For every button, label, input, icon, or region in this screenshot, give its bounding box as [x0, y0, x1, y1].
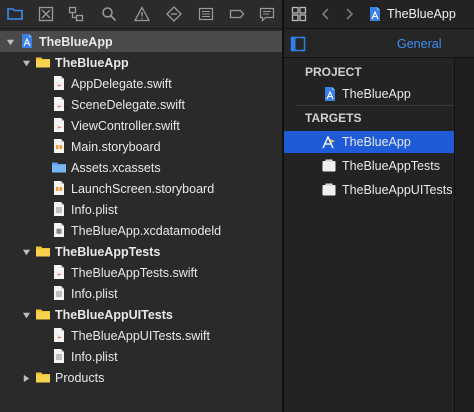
yellow-folder-icon: [35, 54, 51, 70]
tree-row[interactable]: LaunchScreen.storyboard: [0, 178, 282, 199]
target-item[interactable]: TheBlueApp: [284, 131, 454, 153]
app-target-icon: [321, 134, 337, 150]
symbol-hierarchy-icon[interactable]: [67, 5, 85, 23]
tree-row[interactable]: ViewController.swift: [0, 115, 282, 136]
tree-row[interactable]: TheBlueAppUITests.swift: [0, 325, 282, 346]
debug-list-icon[interactable]: [197, 5, 215, 23]
test-bundle-icon: [321, 158, 337, 174]
tree-row-label: TheBlueAppTests.swift: [71, 266, 198, 280]
plist-file-icon: [51, 285, 67, 301]
find-icon[interactable]: [100, 5, 118, 23]
project-section-header: PROJECT: [305, 65, 362, 79]
tree-row[interactable]: TheBlueApp.xcdatamodeld: [0, 220, 282, 241]
project-editor: TheBlueApp General PROJECT TheBlueApp TA…: [284, 0, 474, 412]
tree-row-label: Products: [55, 371, 105, 385]
tree-row-label: TheBlueApp.xcdatamodeld: [71, 224, 222, 238]
swift-file-icon: [51, 327, 67, 343]
blue-project-icon: [322, 86, 338, 102]
plist-file-icon: [51, 201, 67, 217]
project-item[interactable]: TheBlueApp: [284, 83, 454, 105]
tree-row[interactable]: Info.plist: [0, 283, 282, 304]
disclosure-down-icon[interactable]: [21, 310, 31, 320]
yellow-folder-icon: [35, 306, 51, 322]
folder-icon[interactable]: [6, 5, 24, 23]
tree-row-label: ViewController.swift: [71, 119, 180, 133]
tree-row[interactable]: Products: [0, 367, 282, 388]
related-items-grid-icon[interactable]: [290, 5, 308, 23]
plist-file-icon: [51, 348, 67, 364]
tree-row[interactable]: Main.storyboard: [0, 136, 282, 157]
tree-row-label: AppDelegate.swift: [71, 77, 172, 91]
project-navigator: TheBlueApp TheBlueApp AppDelegate.swift Sce…: [0, 0, 282, 412]
tree-row-label: SceneDelegate.swift: [71, 98, 185, 112]
tree-row[interactable]: TheBlueAppUITests: [0, 304, 282, 325]
storyboard-file-icon: [51, 180, 67, 196]
tab-general[interactable]: General: [397, 37, 441, 51]
tree-row-label: TheBlueAppTests: [55, 245, 161, 259]
chevron-left-icon[interactable]: [317, 5, 335, 23]
yellow-folder-icon: [35, 243, 51, 259]
targets-section-header: TARGETS: [305, 111, 362, 125]
project-item-label: TheBlueApp: [342, 87, 411, 101]
tree-row[interactable]: AppDelegate.swift: [0, 73, 282, 94]
datamodel-file-icon: [51, 222, 67, 238]
tree-row-label: TheBlueAppUITests.swift: [71, 329, 210, 343]
tree-row[interactable]: Assets.xcassets: [0, 157, 282, 178]
tree-row[interactable]: TheBlueApp: [0, 31, 282, 52]
tree-row-label: Info.plist: [71, 203, 118, 217]
swift-file-icon: [51, 96, 67, 112]
disclosure-right-icon[interactable]: [21, 373, 31, 383]
swift-file-icon: [51, 75, 67, 91]
disclosure-down-icon[interactable]: [5, 37, 15, 47]
target-item[interactable]: TheBlueAppTests: [284, 155, 454, 177]
targets-divider: [454, 58, 455, 412]
jump-bar: TheBlueApp: [284, 0, 474, 29]
target-item[interactable]: TheBlueAppUITests: [284, 179, 454, 201]
tree-row[interactable]: TheBlueAppTests: [0, 241, 282, 262]
disclosure-down-icon[interactable]: [21, 58, 31, 68]
disclosure-down-icon[interactable]: [21, 247, 31, 257]
swift-file-icon: [51, 264, 67, 280]
target-item-label: TheBlueAppUITests: [342, 183, 453, 197]
tree-row-label: Assets.xcassets: [71, 161, 161, 175]
editor-tabbar: General: [284, 29, 474, 58]
target-item-label: TheBlueAppTests: [342, 159, 440, 173]
chevron-right-icon[interactable]: [340, 5, 358, 23]
target-item-label: TheBlueApp: [342, 135, 411, 149]
tree-row-label: TheBlueApp: [55, 56, 129, 70]
tree-row[interactable]: Info.plist: [0, 199, 282, 220]
breadcrumb-file[interactable]: TheBlueApp: [387, 7, 456, 21]
tree-row-label: Info.plist: [71, 350, 118, 364]
breakpoint-icon[interactable]: [228, 5, 246, 23]
source-control-icon[interactable]: [37, 5, 55, 23]
test-bundle-icon: [321, 182, 337, 198]
swift-file-icon: [51, 117, 67, 133]
tree-row[interactable]: TheBlueAppTests.swift: [0, 262, 282, 283]
blue-project-icon: [19, 33, 35, 49]
storyboard-file-icon: [51, 138, 67, 154]
tree-row[interactable]: SceneDelegate.swift: [0, 94, 282, 115]
tree-row-label: Info.plist: [71, 287, 118, 301]
test-diamond-icon[interactable]: [165, 5, 183, 23]
yellow-folder-icon: [35, 369, 51, 385]
assets-folder-icon: [51, 159, 67, 175]
targets-sidebar: PROJECT TheBlueApp TARGETS TheBlueApp The…: [284, 58, 454, 412]
issue-warning-icon[interactable]: [133, 5, 151, 23]
blue-project-icon: [366, 5, 384, 23]
sidebar-toggle-icon[interactable]: [289, 35, 307, 53]
tree-row-label: Main.storyboard: [71, 140, 161, 154]
section-divider: [296, 105, 454, 106]
tree-row-label: LaunchScreen.storyboard: [71, 182, 215, 196]
tree-row-label: TheBlueAppUITests: [55, 308, 173, 322]
tree-row[interactable]: Info.plist: [0, 346, 282, 367]
navigator-toolbar: [0, 0, 282, 29]
report-bubble-icon[interactable]: [258, 5, 276, 23]
tree-row[interactable]: TheBlueApp: [0, 52, 282, 73]
tree-row-label: TheBlueApp: [39, 35, 113, 49]
